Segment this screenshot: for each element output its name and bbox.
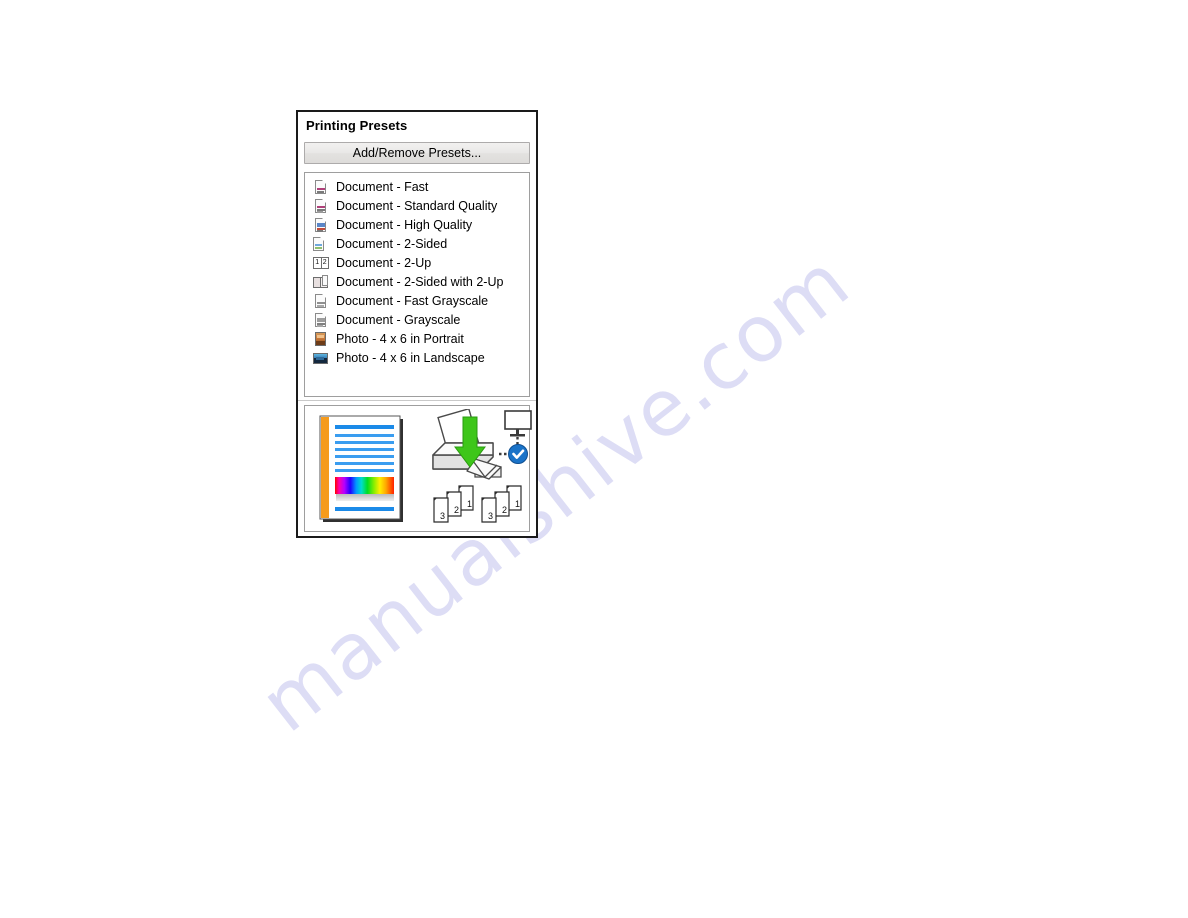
list-item[interactable]: 12 Document - 2-Up [305,253,529,272]
svg-text:2: 2 [454,505,459,515]
list-item[interactable]: Photo - 4 x 6 in Landscape [305,348,529,367]
svg-text:3: 3 [440,511,445,521]
collated-pages-stack: 1 2 3 [433,485,474,523]
svg-text:3: 3 [488,511,493,521]
list-item-label: Document - 2-Up [336,255,432,270]
document-standard-quality-icon [313,198,329,214]
list-item[interactable]: Document - 2-Sided with 2-Up [305,272,529,291]
list-item-label: Document - Fast Grayscale [336,293,489,308]
page-watermark: manualshive.com [0,0,1188,918]
monitor-icon [499,410,532,464]
document-grayscale-icon [313,312,329,328]
list-item-label: Document - 2-Sided with 2-Up [336,274,504,289]
document-2-up-icon: 12 [313,255,329,271]
list-item-label: Photo - 4 x 6 in Landscape [336,350,485,365]
list-item-label: Document - Grayscale [336,312,461,327]
document-2-sided-icon [313,236,329,253]
add-remove-presets-button[interactable]: Add/Remove Presets... [304,142,530,164]
document-high-quality-icon [313,217,329,233]
color-document-page-preview [319,415,403,522]
list-item[interactable]: Document - 2-Sided [305,234,529,253]
list-item[interactable]: Document - Fast Grayscale [305,291,529,310]
photo-portrait-icon [313,331,329,347]
list-item[interactable]: Document - Standard Quality [305,196,529,215]
panel-divider [298,400,536,401]
printer-feeding-paper-icon [432,409,502,480]
svg-text:1: 1 [467,499,472,509]
preset-list[interactable]: Document - Fast Document - Standard Qual… [304,172,530,397]
printing-presets-panel: Printing Presets Add/Remove Presets... D… [296,110,538,538]
document-2-sided-with-2-up-icon [313,274,329,290]
print-preview-illustration: 1 2 3 1 2 3 [304,405,532,532]
list-item[interactable]: Photo - 4 x 6 in Portrait [305,329,529,348]
document-fast-grayscale-icon [313,293,329,309]
svg-text:1: 1 [515,499,520,509]
list-item[interactable]: Document - High Quality [305,215,529,234]
add-remove-presets-label: Add/Remove Presets... [352,146,482,160]
list-item-label: Document - Fast [336,179,429,194]
collated-pages-stack: 1 2 3 [481,485,522,523]
photo-landscape-icon [313,350,329,366]
list-item[interactable]: Document - Fast [305,177,529,196]
document-fast-icon [313,179,329,195]
page-title: Printing Presets [306,118,408,133]
svg-text:2: 2 [502,505,507,515]
list-item-label: Document - Standard Quality [336,198,498,213]
list-item[interactable]: Document - Grayscale [305,310,529,329]
list-item-label: Document - 2-Sided [336,236,448,251]
list-item-label: Photo - 4 x 6 in Portrait [336,331,464,346]
list-item-label: Document - High Quality [336,217,473,232]
